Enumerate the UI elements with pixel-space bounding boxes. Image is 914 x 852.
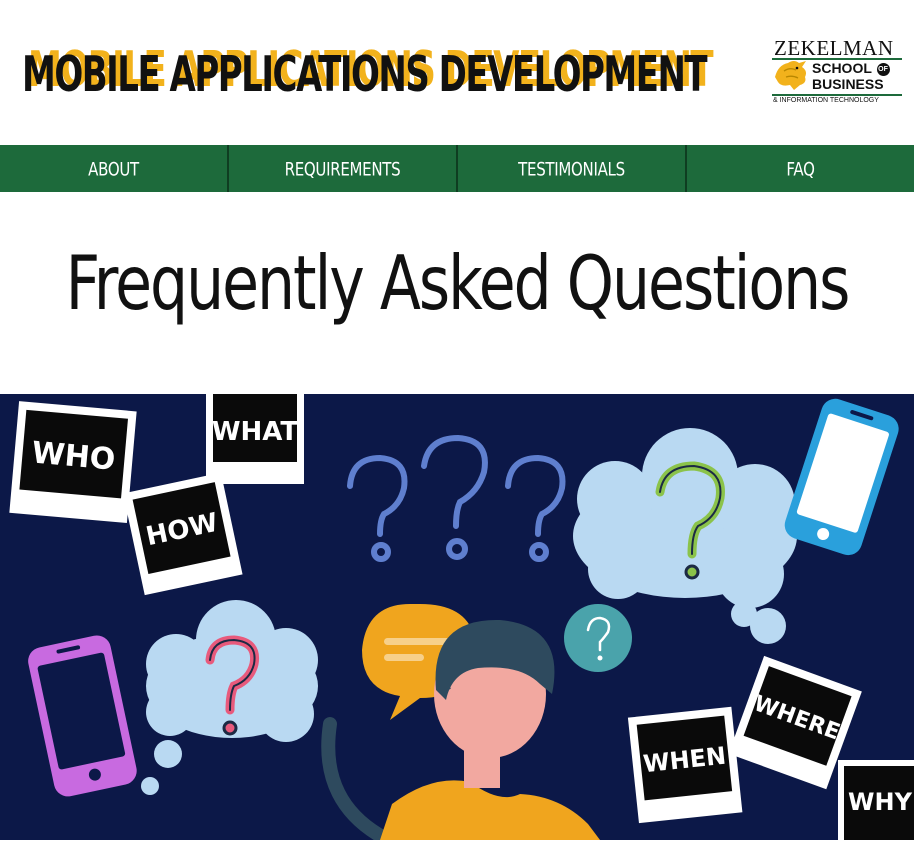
logo-business: BUSINESS — [812, 76, 884, 92]
polaroid-who: WHO — [9, 401, 137, 524]
word-what: WHAT — [212, 417, 299, 447]
logo-of-badge: OF — [876, 62, 890, 76]
lancer-mascot-icon — [775, 61, 806, 90]
polaroid-why: WHY — [838, 760, 914, 840]
faq-hero-illustration: WHO WHAT HOW WHEN WHERE WHY — [0, 394, 914, 840]
logo-school-line: SCHOOL OF — [812, 60, 890, 76]
zekelman-logo[interactable]: ZEKELMAN SCHOOL OF BUSINESS & INFORMATIO… — [772, 36, 902, 108]
site-header: MOBILE APPLICATIONS DEVELOPMENT MOBILE A… — [0, 0, 914, 145]
nav-item-faq[interactable]: FAQ — [685, 145, 914, 192]
site-title-link[interactable]: MOBILE APPLICATIONS DEVELOPMENT MOBILE A… — [22, 41, 714, 106]
logo-info-tech: & INFORMATION TECHNOLOGY — [773, 97, 879, 104]
teal-question-bubble — [564, 604, 632, 672]
nav-item-label: REQUIREMENTS — [284, 157, 401, 180]
nav-item-requirements[interactable]: REQUIREMENTS — [227, 145, 456, 192]
page-bottom-strip — [0, 840, 914, 852]
nav-item-testimonials[interactable]: TESTIMONIALS — [456, 145, 685, 192]
site-title: MOBILE APPLICATIONS DEVELOPMENT — [22, 46, 708, 104]
logo-rule-bottom — [772, 94, 902, 96]
main-nav: ABOUT REQUIREMENTS TESTIMONIALS FAQ — [0, 145, 914, 192]
polaroid-when: WHEN — [627, 706, 743, 824]
nav-item-label: ABOUT — [88, 157, 139, 180]
nav-item-label: FAQ — [786, 157, 815, 180]
polaroid-how: HOW — [123, 472, 243, 596]
page-title: Frequently Asked Questions — [65, 240, 851, 328]
word-why: WHY — [848, 788, 913, 816]
hero-svg: WHO WHAT HOW WHEN WHERE WHY — [0, 394, 914, 840]
word-who: WHO — [30, 436, 116, 478]
nav-item-label: TESTIMONIALS — [518, 157, 625, 180]
polaroid-what: WHAT — [206, 394, 304, 484]
logo-school: SCHOOL — [812, 60, 872, 76]
nav-item-about[interactable]: ABOUT — [0, 145, 227, 192]
